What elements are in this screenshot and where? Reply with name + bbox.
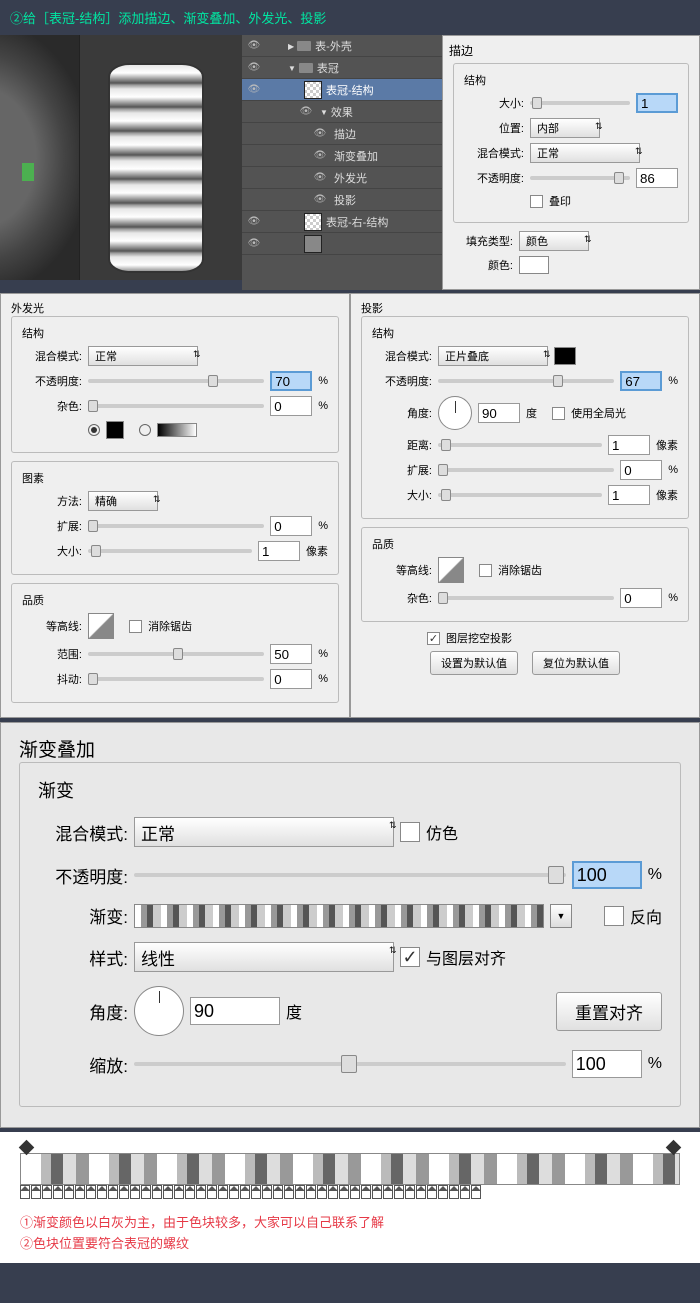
- gradient-dropdown[interactable]: [550, 904, 572, 928]
- blend-dropdown[interactable]: 正片叠底: [438, 346, 548, 366]
- gradient-radio[interactable]: [139, 424, 151, 436]
- notes: ①渐变颜色以白灰为主，由于色块较多，大家可以自己联系了解 ②色块位置要符合表冠的…: [0, 1205, 700, 1263]
- gradient-preview[interactable]: [134, 904, 544, 928]
- color-radio[interactable]: [88, 424, 100, 436]
- angle-dial[interactable]: [134, 986, 184, 1036]
- layers-panel: 表-外壳 表冠 表冠-结构 效果 描边 渐变叠加 外发光 投影 表冠-右-结构: [242, 35, 442, 290]
- blend-dropdown[interactable]: 正常: [134, 817, 394, 847]
- angle-dial[interactable]: [438, 396, 472, 430]
- layer-crown-struct[interactable]: 表冠-结构: [242, 79, 442, 101]
- color-swatch[interactable]: [519, 256, 549, 274]
- method-dropdown[interactable]: 精确: [88, 491, 158, 511]
- outer-glow-panel: 外发光 结构 混合模式:正常 不透明度:% 杂色:% 图素 方法:精确 扩展:%…: [0, 293, 350, 718]
- antialias-checkbox[interactable]: [129, 620, 142, 633]
- knockout-checkbox[interactable]: [427, 632, 440, 645]
- global-light-checkbox[interactable]: [552, 407, 565, 420]
- opacity-input[interactable]: [636, 168, 678, 188]
- stroke-panel: 描边 结构 大小: 位置:内部 混合模式:正常 不透明度: 叠印 填充类型:颜色…: [442, 35, 700, 290]
- position-dropdown[interactable]: 内部: [530, 118, 600, 138]
- size-slider[interactable]: [530, 101, 630, 105]
- contour-picker[interactable]: [438, 557, 464, 583]
- drop-shadow-panel: 投影 结构 混合模式:正片叠底 不透明度:% 角度:度 使用全局光 距离:像素 …: [350, 293, 700, 718]
- crown-screw: [108, 63, 204, 273]
- opacity-slider[interactable]: [530, 176, 630, 180]
- step-title: ②给［表冠-结构］添加描边、渐变叠加、外发光、投影: [0, 0, 700, 35]
- visibility-icon[interactable]: [246, 38, 262, 54]
- blend-dropdown[interactable]: 正常: [88, 346, 198, 366]
- visibility-icon[interactable]: [246, 60, 262, 76]
- size-input[interactable]: [636, 93, 678, 113]
- blend-dropdown[interactable]: 正常: [530, 143, 640, 163]
- reverse-checkbox[interactable]: [604, 906, 624, 926]
- color-stop[interactable]: [20, 1185, 30, 1199]
- style-dropdown[interactable]: 线性: [134, 942, 394, 972]
- antialias-checkbox[interactable]: [479, 564, 492, 577]
- gradient-editor: [0, 1132, 700, 1205]
- contour-picker[interactable]: [88, 613, 114, 639]
- reset-align-button[interactable]: 重置对齐: [556, 992, 662, 1031]
- reset-default-button[interactable]: 复位为默认值: [532, 651, 620, 675]
- overprint-checkbox[interactable]: [530, 195, 543, 208]
- dither-checkbox[interactable]: [400, 822, 420, 842]
- align-checkbox[interactable]: [400, 947, 420, 967]
- filltype-dropdown[interactable]: 颜色: [519, 231, 589, 251]
- gradient-overlay-panel: 渐变叠加 渐变 混合模式:正常仿色 不透明度:% 渐变:反向 样式:线性与图层对…: [0, 722, 700, 1128]
- preview-canvas: [0, 35, 242, 280]
- set-default-button[interactable]: 设置为默认值: [430, 651, 518, 675]
